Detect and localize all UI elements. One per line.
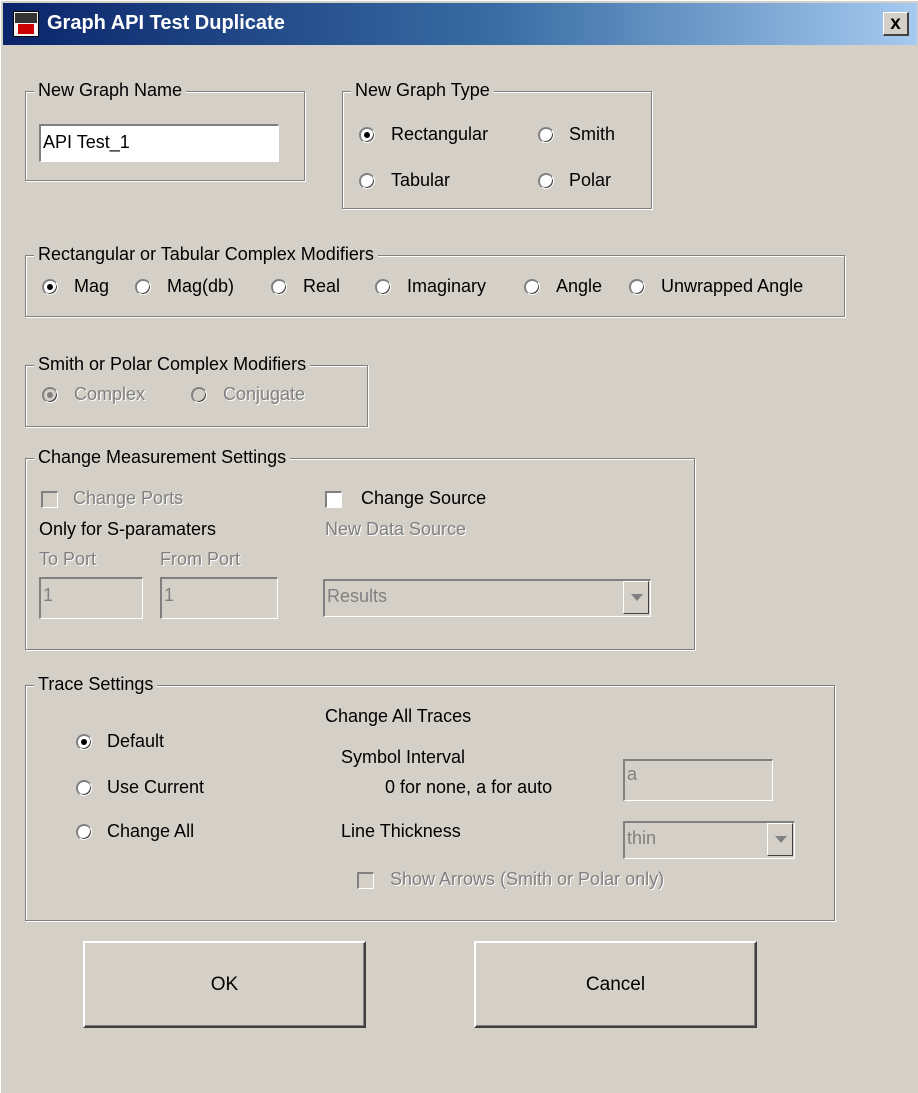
symbol-hint-label: 0 for none, a for auto [385, 777, 553, 797]
radio-smith-complex-button[interactable] [42, 387, 58, 403]
radio-graph-type-polar-label: Polar [569, 170, 612, 190]
radio-mod-magdb-button[interactable] [135, 279, 151, 295]
radio-smith-conjugate-button[interactable] [191, 387, 207, 403]
chevron-down-icon [631, 594, 643, 601]
radio-trace-use-current-label[interactable]: Use Current [107, 777, 204, 798]
radio-graph-type-tabular-button[interactable] [359, 173, 375, 189]
new-graph-name-legend: New Graph Name [34, 80, 187, 101]
change-ports-label[interactable]: Change Ports [73, 488, 183, 509]
title-bar[interactable]: Graph API Test Duplicate x [3, 3, 917, 45]
radio-graph-type-tabular-label: Tabular [391, 170, 451, 190]
radio-mod-mag-button[interactable] [42, 279, 58, 295]
radio-smith-complex-label[interactable]: Complex [74, 384, 145, 405]
radio-mod-magdb-label[interactable]: Mag(db) [167, 276, 234, 297]
radio-trace-default-button[interactable] [76, 734, 92, 750]
to-port-label: To Port [39, 549, 97, 569]
dialog-window: Graph API Test Duplicate x New Graph Nam… [0, 0, 918, 1093]
chevron-down-icon [775, 836, 787, 843]
from-port-label: From Port [160, 549, 241, 569]
radio-mod-unwrapped-angle-button[interactable] [629, 279, 645, 295]
symbol-interval-label: Symbol Interval [341, 747, 466, 767]
data-source-dropdown-arrow[interactable] [623, 581, 649, 614]
radio-mod-imaginary-label[interactable]: Imaginary [407, 276, 486, 297]
show-arrows-label[interactable]: Show Arrows (Smith or Polar only) [390, 869, 664, 890]
radio-smith-conjugate-label[interactable]: Conjugate [223, 384, 305, 405]
data-source-select[interactable]: Results [323, 579, 651, 617]
cancel-button[interactable]: Cancel [474, 941, 757, 1028]
new-data-source-label: New Data Source [325, 519, 467, 539]
rect-modifiers-legend: Rectangular or Tabular Complex Modifiers [34, 244, 378, 265]
trace-settings-legend: Trace Settings [34, 674, 158, 695]
change-all-traces-heading: Change All Traces [325, 706, 472, 726]
smith-modifiers-legend: Smith or Polar Complex Modifiers [34, 354, 311, 375]
from-port-input[interactable]: 1 [160, 577, 278, 619]
radio-graph-type-smith-label: Smith [569, 124, 616, 144]
radio-graph-type-rectangular-label: Rectangular [391, 124, 489, 144]
new-graph-type-group: New Graph Type [342, 80, 652, 209]
show-arrows-checkbox[interactable] [357, 872, 374, 889]
radio-mod-real-button[interactable] [271, 279, 287, 295]
radio-trace-default-label[interactable]: Default [107, 731, 164, 752]
radio-trace-use-current-button[interactable] [76, 780, 92, 796]
measurement-group: Change Measurement Settings [25, 447, 695, 650]
radio-mod-mag-label[interactable]: Mag [74, 276, 109, 297]
change-source-label[interactable]: Change Source [361, 488, 486, 509]
radio-trace-change-all-button[interactable] [76, 824, 92, 840]
change-source-checkbox[interactable] [325, 491, 342, 508]
line-thickness-select[interactable]: thin [623, 821, 795, 859]
measurement-legend: Change Measurement Settings [34, 447, 291, 468]
new-graph-name-input[interactable]: API Test_1 [39, 124, 279, 162]
change-ports-checkbox[interactable] [41, 491, 58, 508]
radio-mod-unwrapped-angle-label[interactable]: Unwrapped Angle [661, 276, 803, 297]
radio-mod-imaginary-button[interactable] [375, 279, 391, 295]
close-button[interactable]: x [883, 12, 909, 36]
radio-mod-real-label[interactable]: Real [303, 276, 340, 297]
new-graph-type-legend: New Graph Type [351, 80, 494, 101]
radio-trace-change-all-label[interactable]: Change All [107, 821, 194, 842]
to-port-input[interactable]: 1 [39, 577, 143, 619]
radio-mod-angle-label[interactable]: Angle [556, 276, 602, 297]
line-thickness-label: Line Thickness [341, 821, 461, 841]
data-source-value: Results [323, 579, 651, 617]
radio-graph-type-smith-button[interactable] [538, 127, 554, 143]
radio-graph-type-rectangular-button[interactable] [359, 127, 375, 143]
only-for-sparams-label: Only for S-paramaters [39, 519, 217, 539]
ok-button[interactable]: OK [83, 941, 366, 1028]
symbol-interval-input[interactable]: a [623, 759, 773, 801]
line-thickness-dropdown-arrow[interactable] [767, 823, 793, 856]
window-title: Graph API Test Duplicate [47, 12, 285, 34]
radio-graph-type-polar-button[interactable] [538, 173, 554, 189]
app-icon [13, 11, 39, 37]
radio-mod-angle-button[interactable] [524, 279, 540, 295]
